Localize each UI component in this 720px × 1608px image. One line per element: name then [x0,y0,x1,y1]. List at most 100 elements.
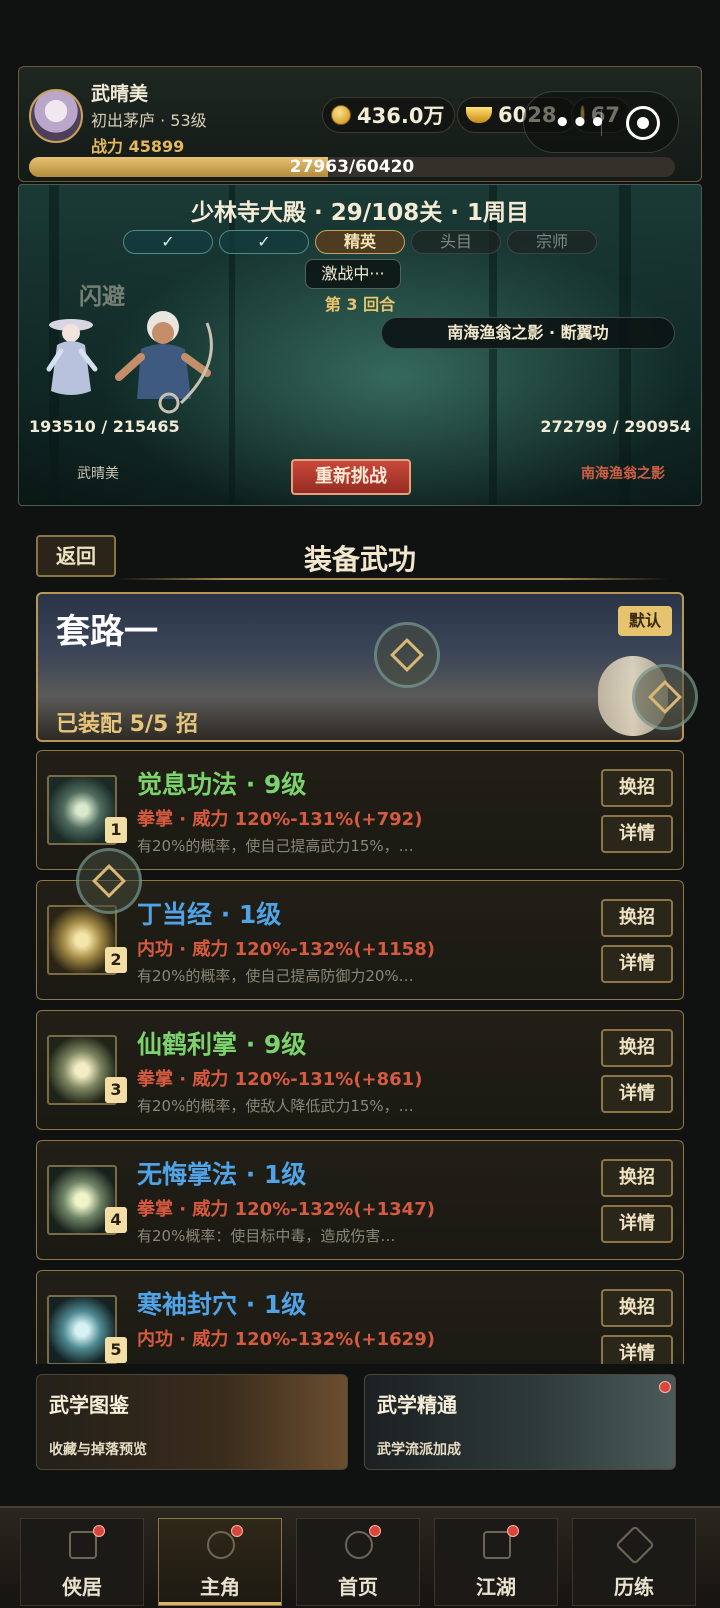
diamond-icon [92,864,126,898]
martial-codex-banner[interactable]: 武学图鉴 收藏与掉落预览 [36,1374,348,1470]
skill-name: 觉息功法 · 9级 [137,770,307,799]
routine-title: 套路一 [56,612,158,652]
nav-item-hero[interactable]: 主角 [158,1518,282,1606]
skill-slot-index: 2 [105,947,127,973]
notification-dot [231,1525,243,1537]
routine-banner[interactable]: 套路一 已装配 5/5 招 默认 [36,592,684,742]
floating-action-button[interactable] [632,664,698,730]
skill-power: 拳掌 · 威力 120%-132%(+1347) [137,1199,435,1220]
skill-details-button[interactable]: 详情 [601,945,673,983]
notification-dot [507,1525,519,1537]
fight-status: 激战中··· [305,259,401,289]
feature-subtitle: 收藏与掉落预览 [49,1442,147,1458]
player-power: 战力 45899 [91,137,185,156]
capsule-divider [601,110,602,136]
gold-ingot-icon [466,107,492,123]
notification-dot [93,1525,105,1537]
title-divider [116,578,668,580]
enemy-character-sprite [115,311,213,414]
nav-item-xiaju[interactable]: 侠居 [20,1518,144,1606]
player-name-tag: 武晴美 [77,466,119,482]
silver-coin-icon [331,105,351,125]
nav-label: 侠居 [62,1575,102,1599]
difficulty-tab-boss[interactable]: 头目 [411,230,501,254]
skill-card[interactable]: 4 无悔掌法 · 1级 拳掌 · 威力 120%-132%(+1347) 有20… [36,1140,684,1260]
nav-label: 江湖 [476,1575,516,1599]
skill-card[interactable]: 3 仙鹤利掌 · 9级 拳掌 · 威力 120%-131%(+861) 有20%… [36,1010,684,1130]
close-miniprogram-icon[interactable] [626,106,660,140]
enemy-skill-label: 南海渔翁之影 · 断翼功 [381,317,675,349]
swap-skill-button[interactable]: 换招 [601,1029,673,1067]
silver-currency[interactable]: 436.0万 [322,97,456,133]
enemy-hp: 272799 / 290954 [540,417,691,436]
skill-name: 丁当经 · 1级 [137,900,282,929]
skill-list[interactable]: 1 觉息功法 · 9级 拳掌 · 威力 120%-131%(+792) 有20%… [0,750,720,1364]
miniprogram-capsule: ••• [523,91,679,153]
swap-skill-button[interactable]: 换招 [601,769,673,807]
bottom-nav: 侠居 主角 首页 江湖 历练 [0,1506,720,1608]
active-tab-indicator [159,1602,281,1605]
difficulty-tab-1[interactable]: ✓ [123,230,213,254]
skill-description: 有20%概率：使目标中毒，造成伤害… [137,1227,396,1245]
skill-details-button[interactable]: 详情 [601,815,673,853]
stage-title: 少林寺大殿 · 29/108关 · 1周目 [191,200,529,226]
more-menu-icon[interactable]: ••• [554,108,607,138]
diamond-icon [648,680,682,714]
skill-slot-index: 4 [105,1207,127,1233]
retry-challenge-button[interactable]: 重新挑战 [291,459,411,495]
nav-label: 历练 [614,1575,654,1599]
skill-slot-index: 1 [105,817,127,843]
skill-name: 寒袖封穴 · 1级 [137,1290,307,1319]
player-rank: 初出茅庐 · 53级 [91,111,207,130]
nav-item-training[interactable]: 历练 [572,1518,696,1606]
skill-details-button[interactable]: 详情 [601,1075,673,1113]
default-badge[interactable]: 默认 [618,606,672,636]
battle-panel: 少林寺大殿 · 29/108关 · 1周目 ✓ ✓ 精英 头目 宗师 激战中··… [18,184,702,506]
section-title: 装备武功 [303,543,416,576]
player-panel: 武晴美 初出茅庐 · 53级 战力 45899 436.0万 6028 67 •… [18,66,702,182]
difficulty-tab-master[interactable]: 宗师 [507,230,597,254]
swap-skill-button[interactable]: 换招 [601,1289,673,1327]
skill-description: 有20%的概率，使敌人降低武力15%，… [137,1097,414,1115]
skill-details-button[interactable]: 详情 [601,1335,673,1364]
notification-dot [659,1381,671,1393]
skill-power: 内功 · 威力 120%-132%(+1629) [137,1329,435,1350]
difficulty-tabs: ✓ ✓ 精英 头目 宗师 [123,230,597,254]
swap-skill-button[interactable]: 换招 [601,1159,673,1197]
silver-amount: 436.0万 [357,104,445,128]
hero-icon [207,1531,235,1559]
diamond-icon [390,638,424,672]
home-icon [345,1531,373,1559]
skill-description: 有20%的概率，使自己提高武力15%，… [137,837,414,855]
jianghu-icon [483,1531,511,1559]
feature-title: 武学图鉴 [49,1393,129,1417]
skill-card[interactable]: 5 寒袖封穴 · 1级 内功 · 威力 120%-132%(+1629) 换招 … [36,1270,684,1364]
difficulty-tab-elite[interactable]: 精英 [315,230,405,254]
feature-title: 武学精通 [377,1393,457,1417]
skill-details-button[interactable]: 详情 [601,1205,673,1243]
floating-action-button[interactable] [374,622,440,688]
player-avatar[interactable] [29,89,83,143]
difficulty-tab-2[interactable]: ✓ [219,230,309,254]
notification-dot [369,1525,381,1537]
skill-description: 有20%的概率，使自己提高防御力20%… [137,967,414,985]
nav-item-home[interactable]: 首页 [296,1518,420,1606]
floating-action-button[interactable] [76,848,142,914]
martial-mastery-banner[interactable]: 武学精通 武学流派加成 [364,1374,676,1470]
skill-slot-index: 5 [105,1337,127,1363]
routine-equipped-count: 已装配 5/5 招 [56,712,198,737]
enemy-name-tag: 南海渔翁之影 [581,466,665,482]
nav-item-jianghu[interactable]: 江湖 [434,1518,558,1606]
skill-name: 无悔掌法 · 1级 [137,1160,307,1189]
skill-slot-index: 3 [105,1077,127,1103]
skill-power: 拳掌 · 威力 120%-131%(+861) [137,1069,423,1090]
xp-bar: 27963/60420 [29,157,675,177]
crossed-swords-icon [615,1525,655,1565]
player-character-sprite [46,319,98,395]
xp-text: 27963/60420 [289,157,415,177]
swap-skill-button[interactable]: 换招 [601,899,673,937]
skill-card[interactable]: 1 觉息功法 · 9级 拳掌 · 威力 120%-131%(+792) 有20%… [36,750,684,870]
player-hp: 193510 / 215465 [29,417,180,436]
skill-power: 内功 · 威力 120%-132%(+1158) [137,939,435,960]
skill-name: 仙鹤利掌 · 9级 [137,1030,307,1059]
